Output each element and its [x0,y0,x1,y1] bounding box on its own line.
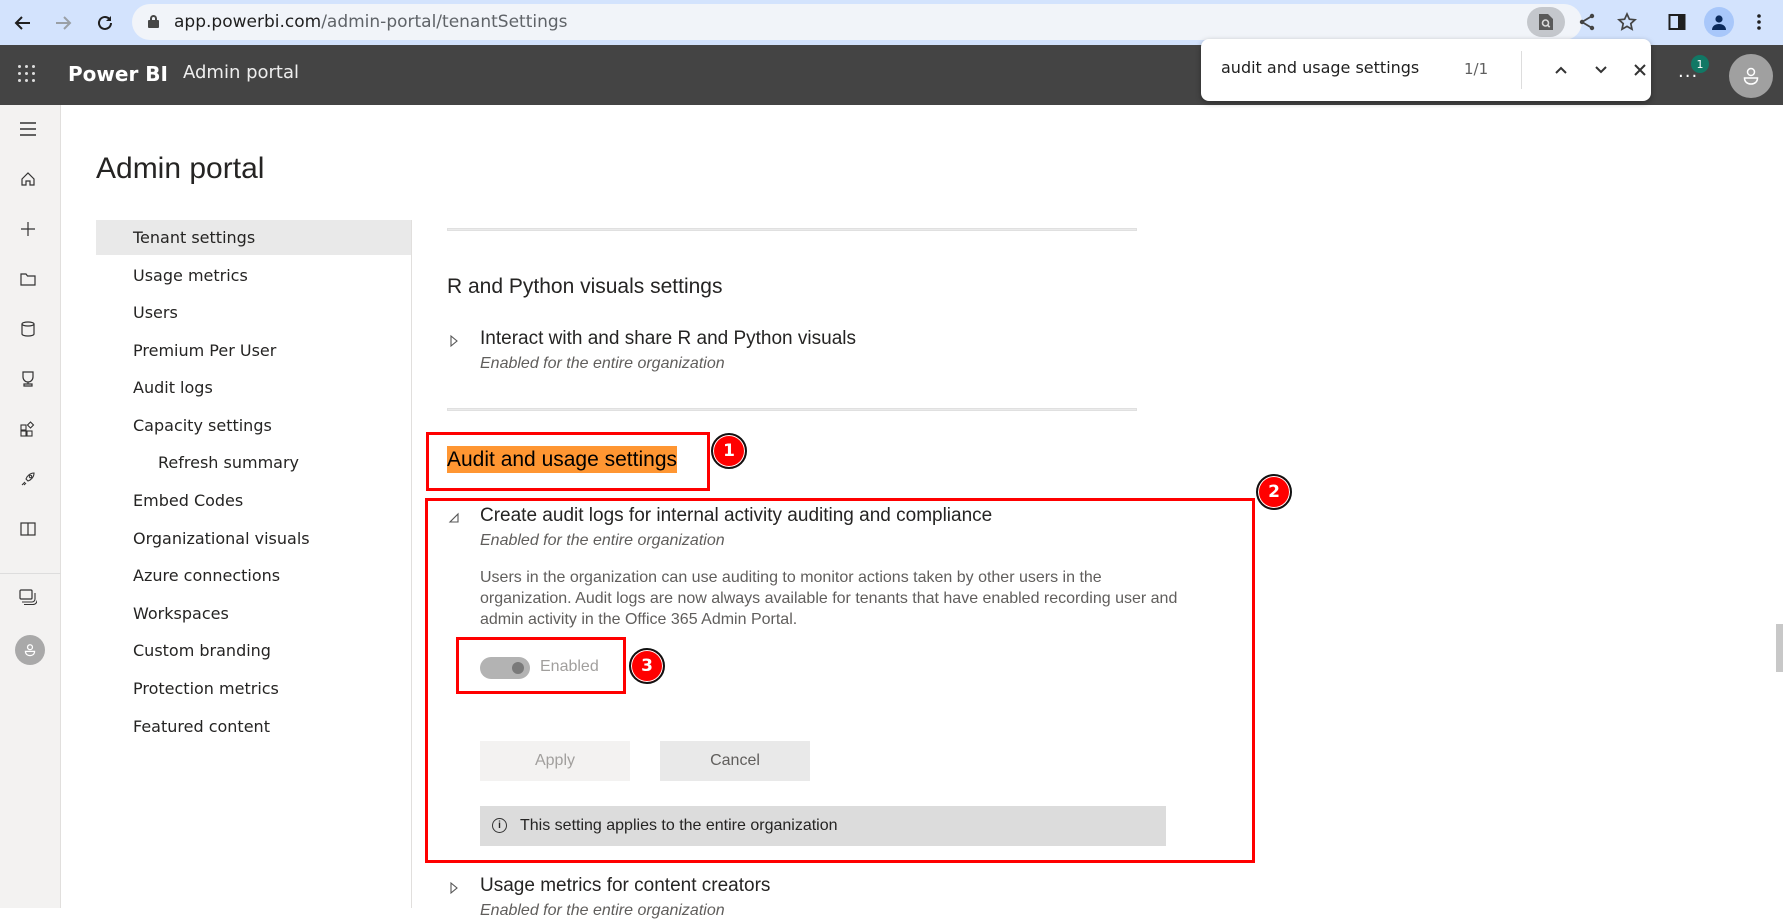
page-title: Admin portal [96,152,265,185]
notification-badge[interactable]: 1 [1691,55,1709,73]
url-text[interactable]: app.powerbi.com/admin-portal/tenantSetti… [174,12,568,32]
reload-icon [98,15,112,30]
back-icon [14,16,30,30]
nav-item-premium-per-user[interactable]: Premium Per User [96,333,411,368]
nav-item-capacity-settings[interactable]: Capacity settings [96,408,411,443]
nav-item-protection-metrics[interactable]: Protection metrics [96,671,411,706]
find-previous-button[interactable] [1546,55,1576,85]
page-scrollbar-thumb[interactable] [1776,624,1783,672]
find-next-button[interactable] [1586,55,1616,85]
annotation-box-1 [426,432,710,491]
chevron-right-icon[interactable] [447,881,461,895]
nav-item-refresh-summary[interactable]: Refresh summary [96,445,411,480]
url-host: app.powerbi.com [174,12,322,32]
brand-name[interactable]: Power BI [68,62,168,86]
nav-item-azure-connections[interactable]: Azure connections [96,558,411,593]
section-divider [447,408,1137,411]
chevron-up-icon [1555,66,1567,74]
menu-kebab-icon [1757,14,1761,30]
find-input[interactable] [1221,58,1451,77]
share-icon [1579,13,1595,31]
hamburger-menu-icon[interactable] [16,117,40,141]
setting-status: Enabled for the entire organization [480,355,725,372]
reload-button[interactable] [90,8,120,38]
nav-item-featured-content[interactable]: Featured content [96,709,411,744]
side-panel-icon [1668,14,1686,30]
nav-item-organizational-visuals[interactable]: Organizational visuals [96,521,411,556]
app-launcher-icon[interactable] [18,65,36,83]
annotation-badge-2: 2 [1256,474,1292,510]
nav-item-audit-logs[interactable]: Audit logs [96,370,411,405]
workspaces-icon[interactable] [16,585,40,609]
share-button[interactable] [1573,8,1601,36]
create-plus-icon[interactable] [16,217,40,241]
account-avatar[interactable] [1729,54,1773,98]
browser-menu-button[interactable] [1744,7,1774,37]
section-title-r-python: R and Python visuals settings [447,275,723,298]
setting-title[interactable]: Usage metrics for content creators [480,875,770,897]
rail-divider [0,573,61,574]
forward-button[interactable] [48,8,78,38]
find-match-count: 1/1 [1464,60,1489,78]
home-icon[interactable] [16,167,40,191]
lock-icon[interactable] [148,15,159,28]
account-avatar-icon[interactable] [15,635,45,665]
bookmark-star-icon [1617,12,1637,31]
app-section-title: Admin portal [183,62,300,83]
nav-item-embed-codes[interactable]: Embed Codes [96,483,411,518]
apps-icon[interactable] [16,417,40,441]
admin-portal-nav: Tenant settings Usage metrics Users Prem… [96,220,412,908]
annotation-badge-3: 3 [629,648,665,684]
bookmark-button[interactable] [1613,8,1641,36]
learn-book-icon[interactable] [16,517,40,541]
nav-item-tenant-settings[interactable]: Tenant settings [96,220,411,255]
profile-button[interactable] [1704,7,1734,37]
metrics-trophy-icon[interactable] [16,367,40,391]
nav-item-custom-branding[interactable]: Custom branding [96,633,411,668]
browse-folder-icon[interactable] [16,267,40,291]
setting-title[interactable]: Interact with and share R and Python vis… [480,328,856,350]
data-hub-cylinder-icon[interactable] [16,317,40,341]
left-navigation-rail [0,105,61,908]
section-divider [447,228,1137,231]
person-icon [1743,67,1759,85]
nav-item-workspaces[interactable]: Workspaces [96,596,411,631]
address-bar[interactable]: app.powerbi.com/admin-portal/tenantSetti… [132,4,1637,40]
back-button[interactable] [8,8,38,38]
nav-item-users[interactable]: Users [96,295,411,330]
side-panel-button[interactable] [1662,7,1692,37]
search-page-button[interactable] [1527,7,1565,37]
close-icon [1634,64,1646,76]
find-in-page-bar: 1/1 [1201,39,1651,101]
find-divider [1521,51,1522,89]
find-close-button[interactable] [1625,55,1655,85]
search-page-icon [1539,14,1553,30]
url-path: /admin-portal/tenantSettings [321,12,568,32]
forward-icon [56,16,72,30]
annotation-box-3 [456,637,626,694]
chevron-down-icon [1595,66,1607,74]
deployment-pipelines-rocket-icon[interactable] [16,467,40,491]
profile-icon [1712,15,1726,30]
nav-item-usage-metrics[interactable]: Usage metrics [96,258,411,293]
annotation-badge-1: 1 [711,433,747,469]
chevron-right-icon[interactable] [447,334,461,348]
setting-status: Enabled for the entire organization [480,902,725,919]
